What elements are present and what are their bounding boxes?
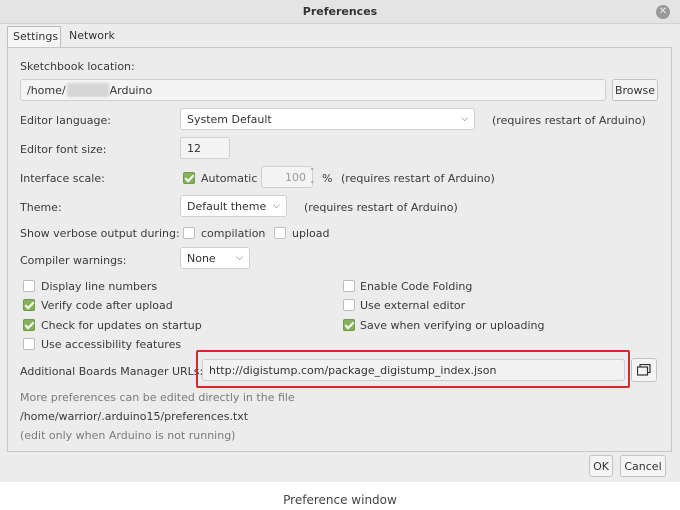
verbose-output-label: Show verbose output during: — [20, 227, 180, 240]
theme-note: (requires restart of Arduino) — [304, 201, 458, 214]
chevron-down-icon: ⌵ — [273, 201, 280, 211]
boards-manager-highlight-box — [196, 350, 630, 388]
save-when-verifying-checkbox[interactable] — [343, 319, 355, 331]
editor-font-size-label: Editor font size: — [20, 143, 107, 156]
editor-language-value: System Default — [187, 112, 272, 126]
cancel-button[interactable]: Cancel — [620, 455, 666, 477]
theme-value: Default theme — [187, 199, 267, 213]
code-folding-label: Enable Code Folding — [360, 280, 473, 293]
accessibility-label: Use accessibility features — [41, 338, 182, 351]
verbose-compilation-label: compilation — [201, 227, 266, 240]
ok-button[interactable]: OK — [589, 455, 613, 477]
figure-caption: Preference window — [283, 493, 397, 507]
theme-label: Theme: — [20, 201, 62, 214]
display-line-numbers-checkbox[interactable] — [23, 280, 35, 292]
interface-scale-stepper[interactable]: ⌃ ⌄ — [306, 166, 318, 188]
accessibility-checkbox[interactable] — [23, 338, 35, 350]
interface-scale-label: Interface scale: — [20, 172, 105, 185]
automatic-scale-label: Automatic — [201, 172, 258, 185]
editor-language-select[interactable]: System Default ⌵ — [180, 108, 475, 130]
verbose-upload-label: upload — [292, 227, 330, 240]
tab-settings[interactable]: Settings — [7, 26, 61, 48]
automatic-scale-checkbox[interactable] — [183, 172, 195, 184]
sketchbook-path-prefix: /home/ — [27, 83, 66, 97]
title-bar: Preferences ✕ — [0, 0, 680, 24]
check-updates-label: Check for updates on startup — [41, 319, 202, 332]
preferences-file-path: /home/warrior/.arduino15/preferences.txt — [20, 410, 249, 423]
sketchbook-location-input[interactable]: /home/Arduino — [20, 79, 606, 101]
window-title: Preferences — [302, 5, 378, 18]
preferences-window: Preferences ✕ Settings Network Sketchboo… — [0, 0, 680, 482]
tab-network[interactable]: Network — [64, 26, 118, 48]
sketchbook-label: Sketchbook location: — [20, 60, 135, 73]
sketchbook-path-suffix: Arduino — [109, 83, 153, 97]
interface-scale-unit: % — [322, 172, 333, 185]
verify-after-upload-checkbox[interactable] — [23, 299, 35, 311]
theme-select[interactable]: Default theme ⌵ — [180, 195, 287, 217]
verbose-upload-checkbox[interactable] — [274, 227, 286, 239]
chevron-down-icon: ⌵ — [461, 114, 468, 124]
editor-language-note: (requires restart of Arduino) — [492, 114, 646, 127]
verbose-compilation-checkbox[interactable] — [183, 227, 195, 239]
window-list-icon — [637, 364, 651, 376]
chevron-down-icon: ⌵ — [236, 253, 243, 263]
code-folding-checkbox[interactable] — [343, 280, 355, 292]
verify-after-upload-label: Verify code after upload — [41, 299, 173, 312]
editor-font-size-input[interactable]: 12 — [180, 137, 230, 159]
compiler-warnings-label: Compiler warnings: — [20, 254, 127, 267]
info-line-3: (edit only when Arduino is not running) — [20, 429, 236, 442]
info-line-1: More preferences can be edited directly … — [20, 391, 295, 404]
redacted-username — [66, 83, 109, 97]
browse-button[interactable]: Browse — [612, 79, 658, 101]
compiler-warnings-select[interactable]: None ⌵ — [180, 247, 250, 269]
settings-panel: Sketchbook location: /home/Arduino Brows… — [7, 47, 672, 452]
external-editor-label: Use external editor — [360, 299, 466, 312]
editor-language-label: Editor language: — [20, 114, 111, 127]
boards-manager-urls-button[interactable] — [631, 358, 657, 382]
save-when-verifying-label: Save when verifying or uploading — [360, 319, 545, 332]
display-line-numbers-label: Display line numbers — [41, 280, 158, 293]
close-icon[interactable]: ✕ — [656, 5, 670, 19]
compiler-warnings-value: None — [187, 251, 216, 265]
interface-scale-note: (requires restart of Arduino) — [341, 172, 495, 185]
boards-manager-label: Additional Boards Manager URLs: — [20, 365, 204, 378]
external-editor-checkbox[interactable] — [343, 299, 355, 311]
check-updates-checkbox[interactable] — [23, 319, 35, 331]
